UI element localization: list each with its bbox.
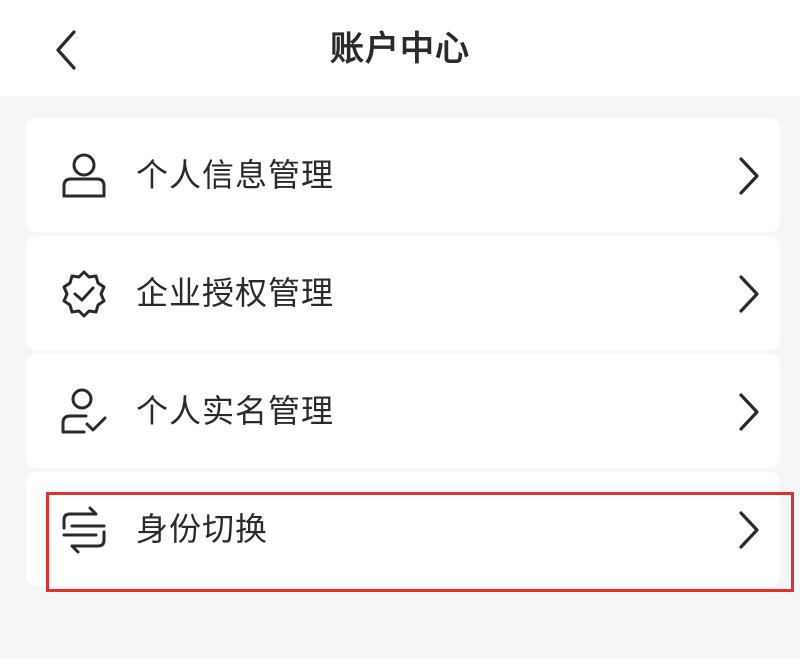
menu-item-personal-info[interactable]: 个人信息管理 <box>26 118 780 232</box>
chevron-right-icon <box>734 390 764 434</box>
menu-item-real-name[interactable]: 个人实名管理 <box>26 354 780 468</box>
user-check-icon <box>58 386 110 438</box>
badge-check-icon <box>58 268 110 320</box>
page-title: 账户中心 <box>330 29 470 69</box>
menu-item-label: 身份切换 <box>136 510 269 548</box>
user-icon <box>58 150 110 202</box>
chevron-right-icon <box>734 272 764 316</box>
switch-arrows-icon <box>58 504 110 556</box>
menu-item-label: 个人信息管理 <box>136 156 335 194</box>
account-menu-list: 个人信息管理 企业授权管理 个人实名管理 身份切换 <box>26 118 794 592</box>
chevron-right-icon <box>734 154 764 198</box>
menu-item-label: 个人实名管理 <box>136 392 335 430</box>
app-header: 账户中心 <box>0 0 800 96</box>
menu-item-identity-switch[interactable]: 身份切换 <box>26 472 780 586</box>
chevron-right-icon <box>734 508 764 552</box>
menu-item-enterprise-auth[interactable]: 企业授权管理 <box>26 236 780 350</box>
menu-item-label: 企业授权管理 <box>136 274 335 312</box>
